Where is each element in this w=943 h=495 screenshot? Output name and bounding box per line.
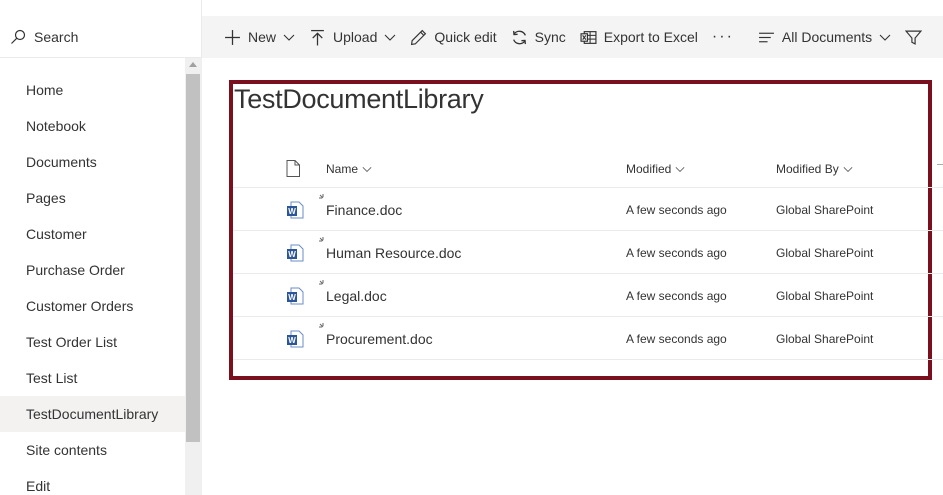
modified-value: A few seconds ago (626, 246, 727, 260)
modified-by-value[interactable]: Global SharePoint (776, 289, 873, 303)
word-doc-icon: W (287, 201, 304, 219)
modified-value: A few seconds ago (626, 332, 727, 346)
svg-text:W: W (288, 336, 296, 345)
sync-icon (512, 30, 526, 44)
new-button[interactable]: New (224, 29, 295, 46)
search-icon (11, 29, 26, 44)
word-doc-icon: W (287, 330, 304, 348)
scroll-up-arrow-icon[interactable] (189, 62, 197, 67)
sync-button[interactable]: Sync (511, 29, 566, 46)
nav-item-site-contents[interactable]: Site contents (0, 432, 185, 468)
new-item-sparkle-icon (319, 323, 324, 328)
chevron-down-icon (385, 34, 396, 41)
modified-column-header[interactable]: Modified (626, 162, 685, 176)
modified-by-value[interactable]: Global SharePoint (776, 203, 873, 217)
nav-item-customer-orders[interactable]: Customer Orders (0, 288, 185, 324)
document-list: Name Modified Modified By W Finance.doc … (233, 150, 943, 360)
chevron-down-icon (843, 167, 853, 173)
search-box[interactable]: Search (0, 16, 202, 58)
new-item-sparkle-icon (319, 237, 324, 242)
file-name-link[interactable]: Legal.doc (326, 288, 387, 304)
chevron-down-icon (879, 34, 891, 41)
modified-by-column-header[interactable]: Modified By (776, 162, 853, 176)
pencil-icon (411, 29, 427, 45)
left-navigation-pane: Search Home Notebook Documents Pages Cus… (0, 0, 202, 495)
modified-by-value[interactable]: Global SharePoint (776, 332, 873, 346)
view-selector-button[interactable]: All Documents (758, 29, 891, 46)
page-title: TestDocumentLibrary (234, 84, 484, 114)
table-row[interactable]: W Finance.doc A few seconds ago Global S… (233, 188, 943, 231)
nav-item-test-document-library[interactable]: TestDocumentLibrary (0, 396, 185, 432)
modified-value: A few seconds ago (626, 203, 727, 217)
upload-label: Upload (333, 29, 378, 45)
nav-item-documents[interactable]: Documents (0, 144, 185, 180)
nav-item-pages[interactable]: Pages (0, 180, 185, 216)
top-white-strip (202, 0, 943, 16)
nav-item-purchase-order[interactable]: Purchase Order (0, 252, 185, 288)
file-name-link[interactable]: Finance.doc (326, 202, 402, 218)
add-column-icon[interactable] (937, 164, 943, 170)
sync-label: Sync (534, 29, 566, 45)
table-row[interactable]: W Legal.doc A few seconds ago Global Sha… (233, 274, 943, 317)
nav-item-customer[interactable]: Customer (0, 216, 185, 252)
nav-item-test-list[interactable]: Test List (0, 360, 185, 396)
table-row[interactable]: W Procurement.doc A few seconds ago Glob… (233, 317, 943, 360)
file-name-link[interactable]: Human Resource.doc (326, 245, 461, 261)
chevron-down-icon (362, 167, 372, 173)
search-label: Search (34, 28, 79, 45)
quick-edit-button[interactable]: Quick edit (410, 29, 497, 46)
name-column-header[interactable]: Name (326, 162, 372, 176)
modified-column-label: Modified (626, 162, 672, 176)
nav-item-test-order-list[interactable]: Test Order List (0, 324, 185, 360)
filter-button[interactable] (905, 29, 923, 46)
modified-value: A few seconds ago (626, 289, 727, 303)
upload-button[interactable]: Upload (309, 29, 396, 46)
quick-edit-label: Quick edit (434, 29, 497, 45)
svg-text:W: W (288, 293, 296, 302)
plus-icon (225, 29, 240, 45)
nav-scrollbar[interactable] (185, 58, 202, 495)
new-item-sparkle-icon (319, 280, 324, 285)
list-header: Name Modified Modified By (233, 150, 943, 188)
nav-item-notebook[interactable]: Notebook (0, 108, 185, 144)
nav-item-home[interactable]: Home (0, 72, 185, 108)
excel-grid-icon (580, 30, 597, 44)
svg-text:W: W (288, 250, 296, 259)
export-to-excel-button[interactable]: Export to Excel (580, 29, 698, 46)
word-doc-icon: W (287, 244, 304, 262)
file-name-link[interactable]: Procurement.doc (326, 331, 433, 347)
svg-text:W: W (288, 207, 296, 216)
chevron-down-icon (283, 34, 295, 41)
chevron-down-icon (675, 167, 685, 173)
view-selector-label: All Documents (781, 29, 873, 45)
export-to-excel-label: Export to Excel (603, 29, 698, 45)
upload-icon (311, 29, 324, 45)
word-doc-icon: W (287, 287, 304, 305)
modified-by-value[interactable]: Global SharePoint (776, 246, 873, 260)
filter-icon (905, 30, 923, 45)
more-options-button[interactable]: ··· (712, 28, 734, 46)
name-column-label: Name (326, 162, 359, 176)
nav-item-edit[interactable]: Edit (0, 468, 185, 495)
modified-by-column-label: Modified By (776, 162, 839, 176)
quick-launch-nav: Home Notebook Documents Pages Customer P… (0, 72, 185, 495)
new-label: New (248, 29, 277, 45)
document-icon (286, 160, 300, 177)
table-row[interactable]: W Human Resource.doc A few seconds ago G… (233, 231, 943, 274)
list-view-icon (758, 32, 774, 42)
new-item-sparkle-icon (319, 194, 324, 199)
file-type-column-header[interactable] (286, 160, 300, 177)
command-bar: New Upload Quick edit Sync Export to Exc… (202, 16, 943, 58)
scroll-thumb[interactable] (186, 74, 200, 442)
